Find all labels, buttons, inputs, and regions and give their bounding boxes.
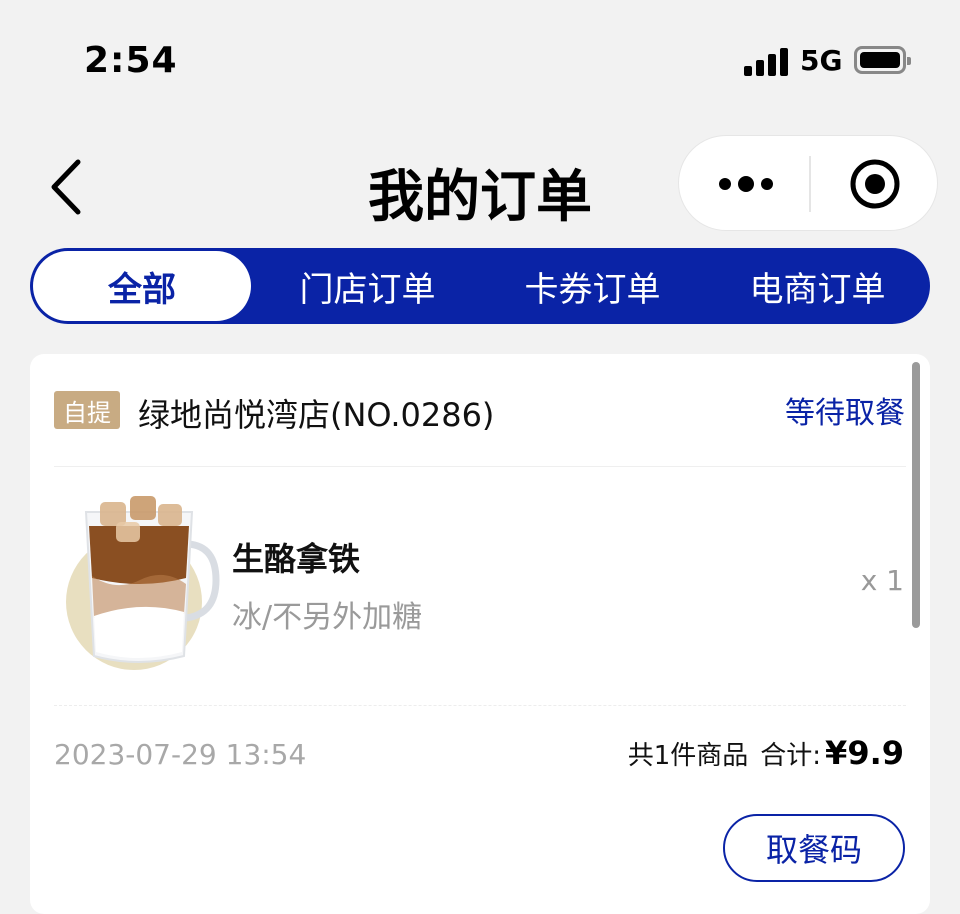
divider	[54, 466, 906, 467]
battery-icon	[854, 46, 911, 74]
tab-ecommerce-orders[interactable]: 电商订单	[705, 248, 930, 324]
item-count: 共1件商品	[627, 741, 749, 771]
divider	[54, 705, 906, 706]
status-time: 2:54	[84, 40, 178, 81]
pickup-code-button[interactable]: 取餐码	[723, 814, 905, 882]
order-time: 2023-07-29 13:54	[54, 738, 307, 771]
store-name: 绿地尚悦湾店(NO.0286)	[138, 396, 495, 434]
more-button[interactable]	[679, 136, 809, 232]
total-price: ¥9.9	[825, 734, 904, 772]
product-spec: 冰/不另外加糖	[232, 600, 423, 635]
signal-icon	[744, 48, 788, 76]
pickup-badge: 自提	[54, 391, 120, 429]
order-summary: 共1件商品 合计: ¥9.9	[628, 734, 904, 772]
network-type: 5G	[800, 44, 843, 77]
tab-store-orders[interactable]: 门店订单	[255, 248, 480, 324]
status-bar: 2:54 5G	[0, 0, 960, 120]
tab-voucher-orders[interactable]: 卡券订单	[480, 248, 705, 324]
close-button[interactable]	[811, 136, 939, 232]
iced-latte-image	[60, 494, 226, 670]
tab-all[interactable]: 全部	[33, 251, 251, 321]
product-quantity: x 1	[860, 564, 904, 597]
scrollbar[interactable]	[912, 362, 920, 628]
mini-program-capsule	[678, 135, 938, 231]
product-name: 生酪拿铁	[232, 540, 361, 578]
more-dots-icon	[719, 176, 773, 192]
target-circle-icon	[850, 159, 900, 209]
total-label: 合计:	[760, 741, 822, 771]
order-tabs: 全部 门店订单 卡券订单 电商订单	[30, 248, 930, 324]
nav-bar: 我的订单	[0, 130, 960, 240]
order-status: 等待取餐	[785, 396, 905, 431]
order-card[interactable]: 自提 绿地尚悦湾店(NO.0286) 等待取餐 生酪拿铁 冰/不另外加糖 x 1…	[30, 354, 930, 914]
